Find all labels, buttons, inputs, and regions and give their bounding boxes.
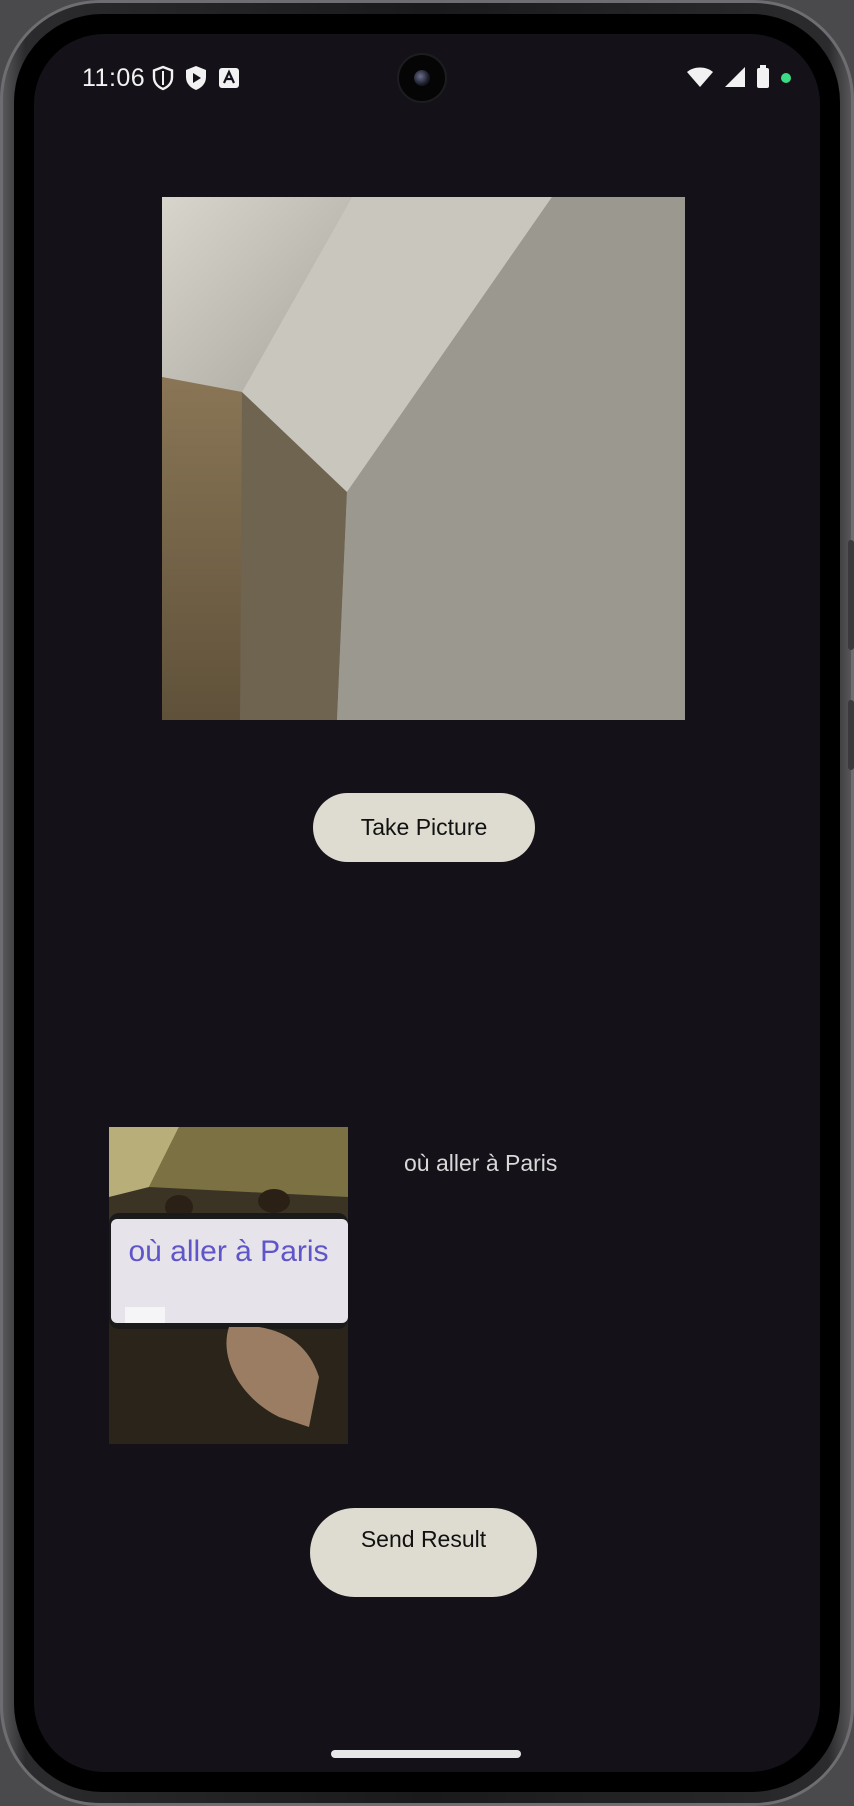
front-camera-cutout xyxy=(399,55,445,101)
battery-icon xyxy=(756,65,770,94)
send-result-button[interactable]: Send Result xyxy=(310,1508,537,1597)
cellular-signal-icon xyxy=(724,66,746,93)
green-dot-icon xyxy=(780,71,792,89)
camera-preview xyxy=(162,197,685,720)
app-screen: 11:06 Take Picture où aller à Paris où a… xyxy=(34,34,820,1772)
status-icons-right xyxy=(686,65,792,94)
status-time: 11:06 xyxy=(82,64,146,92)
power-button xyxy=(848,700,854,770)
recognized-text: où aller à Paris xyxy=(404,1150,558,1176)
gesture-home-bar[interactable] xyxy=(331,1750,521,1758)
shield-icon xyxy=(152,65,174,96)
thumbnail-phrase: où aller à Paris xyxy=(128,1235,329,1268)
status-icons-left xyxy=(152,65,240,96)
volume-button xyxy=(848,540,854,650)
captured-image-thumbnail: où aller à Paris xyxy=(109,1127,348,1444)
phone-frame: 11:06 Take Picture où aller à Paris où a… xyxy=(0,0,854,1806)
a-badge-icon xyxy=(218,67,240,94)
take-picture-button[interactable]: Take Picture xyxy=(313,793,535,862)
wifi-icon xyxy=(686,66,714,93)
play-protect-icon xyxy=(184,65,208,96)
